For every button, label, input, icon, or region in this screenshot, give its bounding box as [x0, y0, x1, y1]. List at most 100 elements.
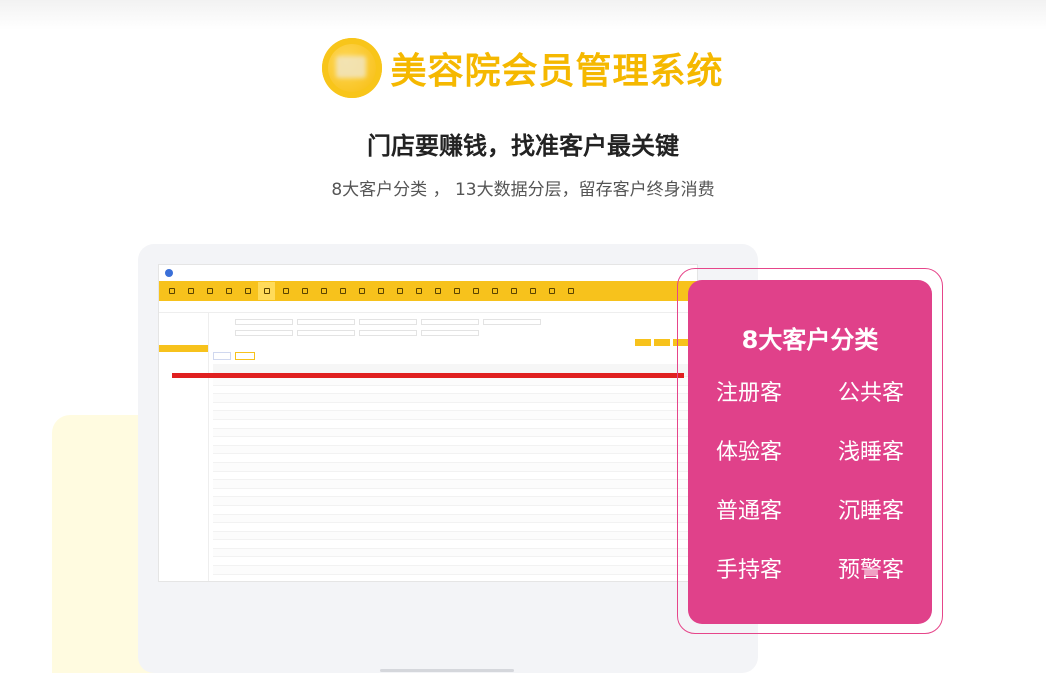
brand-title: 美容院会员管理系统 [390, 51, 724, 92]
nav-icon [220, 282, 237, 300]
nav-icon [277, 282, 294, 300]
sidebar-item [159, 436, 208, 443]
category-label: 普通客 [715, 499, 782, 524]
sidebar-item [159, 317, 208, 324]
table-row [213, 489, 693, 498]
app-tabs [159, 301, 697, 313]
highlight-line [172, 373, 684, 378]
category-label: 公共客 [837, 381, 904, 406]
chip [213, 352, 231, 360]
table-row [213, 445, 693, 455]
table-row [213, 454, 693, 463]
table-row [213, 411, 693, 420]
nav-icon [391, 282, 408, 300]
nav-icon [315, 282, 332, 300]
sidebar-item [159, 338, 208, 345]
table-row [213, 506, 693, 515]
sidebar-item [159, 401, 208, 408]
table-row [213, 386, 693, 395]
nav-icon [258, 282, 275, 300]
table-row [213, 557, 693, 567]
action-buttons [213, 339, 693, 349]
action-button [654, 339, 670, 346]
table-row [213, 403, 693, 412]
table-row [213, 437, 693, 446]
sidebar-item [159, 457, 208, 464]
app-sidebar [159, 313, 209, 581]
table-row [213, 575, 693, 581]
nav-icon [334, 282, 351, 300]
nav-icon [372, 282, 389, 300]
nav-icon [163, 282, 180, 300]
table-row [213, 480, 693, 489]
app-nav-bar [159, 281, 697, 301]
sidebar-item [159, 352, 208, 359]
sidebar-item [159, 380, 208, 387]
app-screenshot [158, 264, 698, 582]
category-label: 沉睡客 [837, 499, 904, 524]
category-label: 手持客 [715, 558, 782, 583]
brand-header: 美容院会员管理系统 [0, 38, 1046, 98]
nav-icon [543, 282, 560, 300]
app-body [159, 313, 697, 581]
nav-icon [448, 282, 465, 300]
sidebar-item [159, 464, 208, 471]
sidebar-item [159, 478, 208, 485]
table-row [213, 523, 693, 532]
table-row [213, 472, 693, 481]
sidebar-item [159, 408, 208, 415]
nav-icon [524, 282, 541, 300]
nav-icon [486, 282, 503, 300]
sidebar-item [159, 331, 208, 338]
nav-icon [410, 282, 427, 300]
app-logo-icon [165, 269, 173, 277]
table-row [213, 540, 693, 549]
sidebar-item [159, 359, 208, 366]
filter-row [213, 328, 693, 337]
category-label: 体验客 [715, 440, 782, 465]
sidebar-item [159, 394, 208, 401]
nav-icon [201, 282, 218, 300]
category-label: 注册客 [715, 381, 782, 406]
table-body [213, 377, 693, 581]
sidebar-item [159, 345, 208, 352]
table-row [213, 497, 693, 506]
sidebar-item [159, 422, 208, 429]
table-row [213, 548, 693, 558]
device-bar [380, 669, 514, 672]
sidebar-item [159, 450, 208, 457]
action-button [635, 339, 651, 346]
callout-card: 8大客户分类 注册客 公共客 体验客 浅睡客 普通客 沉睡客 手持客 预警客 [688, 280, 932, 624]
callout-title: 8大客户分类 [741, 326, 879, 354]
brand-logo-icon [322, 38, 383, 98]
category-label: 预警客 [837, 558, 904, 583]
nav-icon [296, 282, 313, 300]
table-row [213, 420, 693, 429]
nav-icon [353, 282, 370, 300]
sidebar-item [159, 443, 208, 450]
nav-icon [467, 282, 484, 300]
nav-icon [429, 282, 446, 300]
category-label: 浅睡客 [837, 440, 904, 465]
sidebar-item [159, 387, 208, 394]
filter-row [213, 317, 693, 326]
table-row [213, 566, 693, 575]
category-grid: 注册客 公共客 体验客 浅睡客 普通客 沉睡客 手持客 预警客 [688, 382, 932, 583]
top-fade [0, 0, 1046, 30]
nav-icon [239, 282, 256, 300]
sidebar-item [159, 366, 208, 373]
sidebar-item [159, 324, 208, 331]
app-logo [159, 265, 697, 281]
chip [235, 352, 255, 360]
app-main [209, 313, 697, 581]
table-row [213, 531, 693, 541]
sidebar-item [159, 471, 208, 478]
chip-row [213, 352, 693, 362]
sidebar-item [159, 429, 208, 436]
headline: 门店要赚钱，找准客户最关键 [367, 132, 679, 160]
nav-icon [562, 282, 579, 300]
table-row [213, 394, 693, 403]
table-row [213, 377, 693, 386]
table-row [213, 428, 693, 438]
nav-icon [505, 282, 522, 300]
